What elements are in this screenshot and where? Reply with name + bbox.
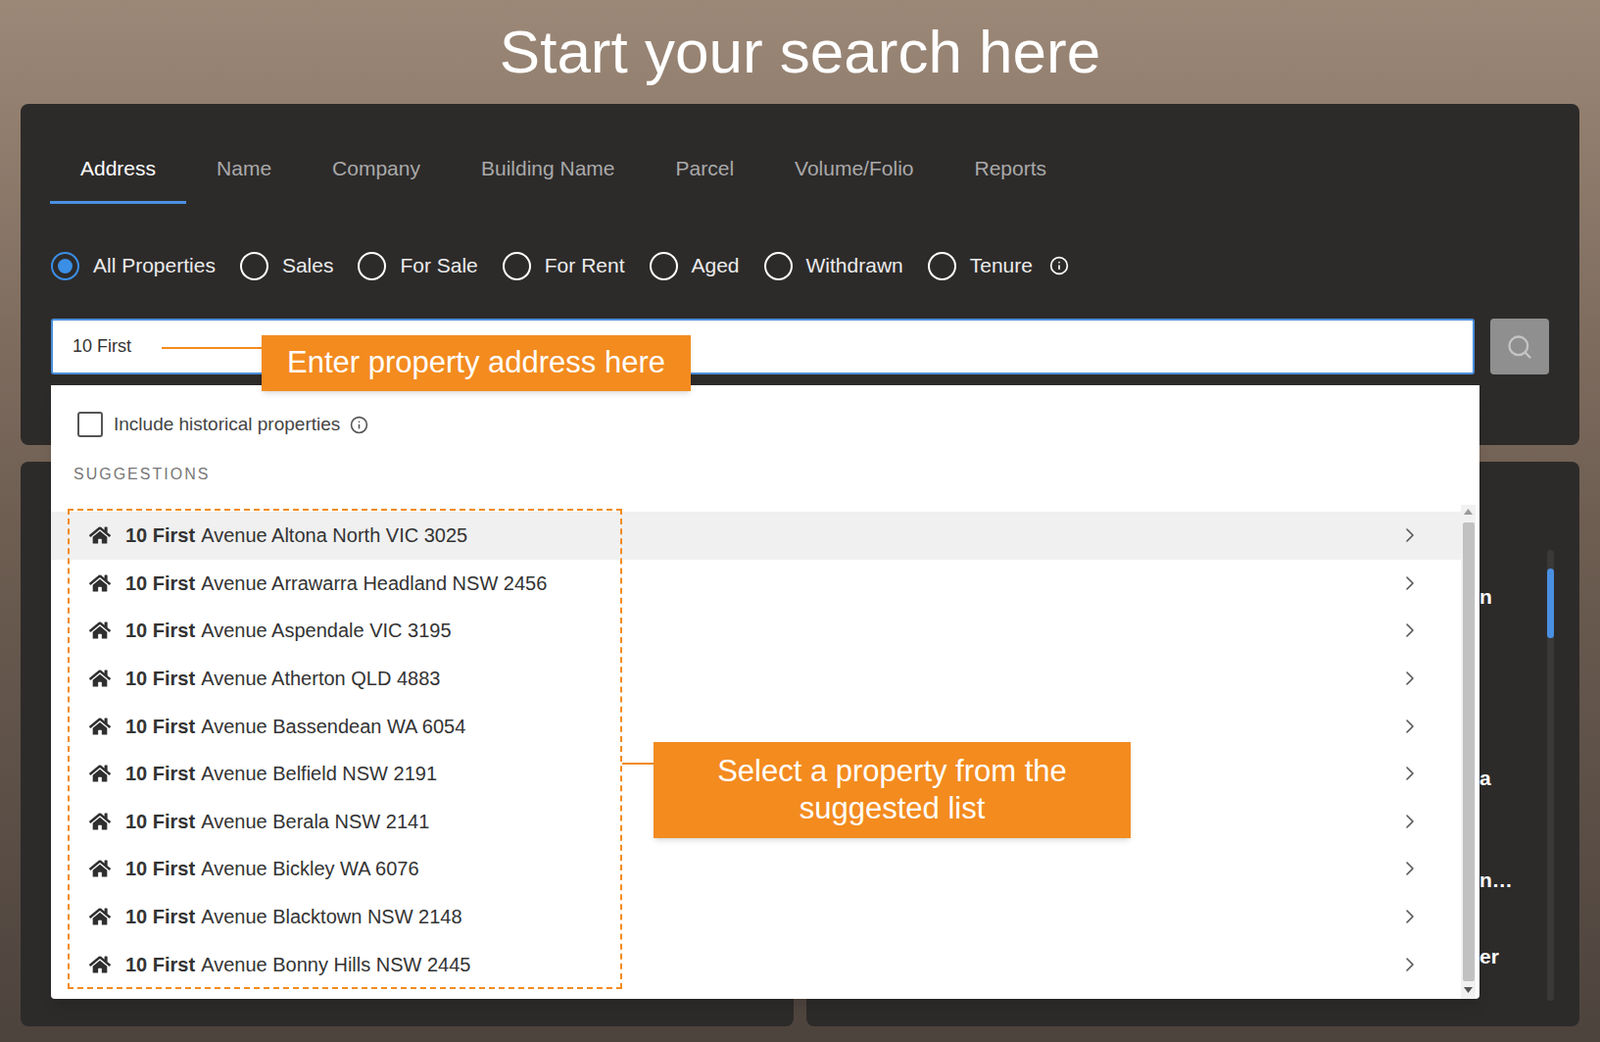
- suggestion-row[interactable]: 10 FirstAvenue Aspendale VIC 3195: [50, 606, 1461, 655]
- chevron-right-icon: [1398, 809, 1422, 833]
- radio-circle[interactable]: [927, 251, 957, 281]
- scroll-up-icon[interactable]: [1463, 508, 1473, 515]
- search-tab[interactable]: Company: [301, 135, 451, 204]
- suggestion-row[interactable]: 10 FirstAvenue Blacktown NSW 2148: [50, 892, 1461, 941]
- chevron-right-icon: [1398, 523, 1422, 547]
- annotation-callout: Select a property from the suggested lis…: [653, 741, 1131, 838]
- house-icon: [89, 667, 111, 689]
- chevron-right-icon: [1398, 714, 1422, 738]
- annotation-callout: Enter property address here: [261, 335, 691, 391]
- tab-bar: AddressNameCompanyBuilding NameParcelVol…: [20, 135, 1580, 204]
- house-icon: [89, 857, 111, 879]
- radio-circle[interactable]: [649, 251, 679, 281]
- chevron-right-icon: [1398, 571, 1422, 595]
- info-icon[interactable]: [1049, 255, 1069, 276]
- house-icon: [89, 762, 111, 784]
- chevron-right-icon: [1398, 761, 1422, 785]
- search-tab[interactable]: Name: [186, 135, 302, 204]
- search-button[interactable]: [1490, 318, 1550, 375]
- house-icon: [89, 953, 111, 975]
- list-scrollbar[interactable]: [1460, 504, 1476, 999]
- scroll-thumb[interactable]: [1462, 522, 1475, 981]
- filter-radio[interactable]: All Properties: [50, 249, 216, 282]
- chevron-right-icon: [1398, 618, 1422, 642]
- search-tab[interactable]: Reports: [943, 135, 1077, 204]
- suggestion-row[interactable]: 10 FirstAvenue Atherton QLD 4883: [50, 654, 1461, 703]
- section-label: SUGGESTIONS: [73, 464, 1480, 485]
- suggestion-row[interactable]: 10 FirstAvenue Arrawarra Headland NSW 24…: [50, 559, 1461, 608]
- house-icon: [89, 905, 111, 927]
- panel-scrollbar[interactable]: [1547, 549, 1554, 1001]
- house-icon: [89, 715, 111, 737]
- house-icon: [89, 810, 111, 832]
- house-icon: [89, 619, 111, 641]
- filter-radio[interactable]: Sales: [240, 249, 335, 282]
- search-tab[interactable]: Address: [49, 135, 187, 204]
- annotation-line: [161, 346, 262, 349]
- filter-radio[interactable]: Tenure: [927, 249, 1033, 282]
- radio-circle[interactable]: [50, 251, 80, 281]
- info-icon[interactable]: [349, 415, 369, 435]
- radio-circle[interactable]: [240, 251, 269, 281]
- radio-circle[interactable]: [764, 251, 793, 281]
- radio-circle[interactable]: [357, 251, 387, 281]
- filter-radio[interactable]: Aged: [649, 249, 740, 282]
- chevron-right-icon: [1398, 952, 1422, 976]
- house-icon: [89, 572, 111, 594]
- suggestion-row[interactable]: 10 FirstAvenue Bickley WA 6076: [50, 844, 1461, 893]
- suggestion-row[interactable]: 10 FirstAvenue Altona North VIC 3025: [50, 511, 1461, 560]
- house-icon: [89, 524, 111, 546]
- chevron-right-icon: [1398, 856, 1422, 880]
- filter-row: All Properties Sales For Sale For Rent Aged W…: [20, 250, 1580, 281]
- panel-text-fragment: a: [1479, 766, 1548, 790]
- search-page: Start your search here AddressNameCompany…: [0, 0, 1600, 1042]
- search-tab[interactable]: Building Name: [450, 135, 646, 204]
- historical-checkbox-row[interactable]: Include historical properties: [77, 410, 1480, 438]
- suggestions-highlight-box: [67, 508, 623, 989]
- suggestions-dropdown: Include historical properties SUGGESTIONS…: [50, 385, 1480, 999]
- filter-radio[interactable]: For Rent: [502, 249, 626, 282]
- annotation-line: [622, 762, 654, 765]
- search-icon: [1505, 333, 1534, 361]
- filter-radio[interactable]: For Sale: [357, 249, 478, 282]
- search-tab[interactable]: Volume/Folio: [764, 135, 944, 204]
- panel-text-fragment: n: [1479, 584, 1548, 609]
- scroll-down-icon[interactable]: [1463, 986, 1473, 993]
- radio-circle[interactable]: [502, 251, 532, 281]
- page-title: Start your search here: [0, 0, 1600, 104]
- chevron-right-icon: [1398, 666, 1422, 690]
- chevron-right-icon: [1398, 904, 1422, 928]
- panel-text-fragment: n…: [1479, 868, 1548, 892]
- panel-text-fragment: er: [1479, 944, 1548, 969]
- filter-radio[interactable]: Withdrawn: [764, 249, 904, 282]
- suggestion-row[interactable]: 10 FirstAvenue Bonny Hills NSW 2445: [50, 939, 1461, 988]
- checkbox[interactable]: [77, 411, 103, 437]
- search-tab[interactable]: Parcel: [645, 135, 766, 204]
